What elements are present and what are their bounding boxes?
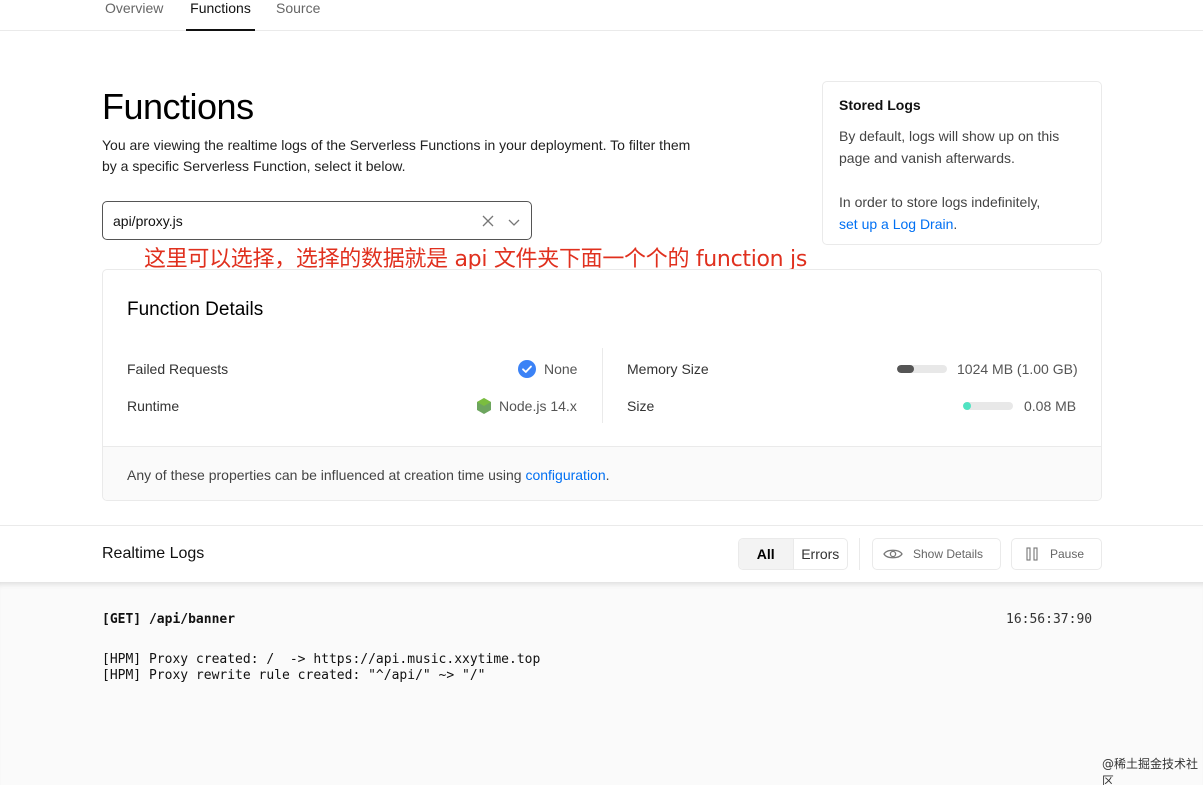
footer-suffix: . [605, 467, 610, 483]
failed-requests-value: None [544, 361, 578, 377]
size-bar [963, 402, 1013, 410]
filter-errors-button[interactable]: Errors [794, 539, 848, 569]
stored-logs-drain-prefix: In order to store logs indefinitely, [839, 194, 1041, 210]
log-request-line: [GET] /api/banner [102, 612, 236, 627]
memory-size-bar [897, 365, 947, 373]
check-circle-icon [518, 360, 536, 378]
details-divider [602, 348, 603, 423]
section-divider [0, 525, 1203, 526]
watermark: @稀土掘金技术社区 [1102, 757, 1199, 785]
function-select-value: api/proxy.js [113, 213, 183, 229]
tab-bar: Overview Functions Source [0, 0, 1203, 31]
page-description: You are viewing the realtime logs of the… [102, 137, 691, 174]
function-details-card: Function Details Failed Requests None Ru… [102, 269, 1102, 501]
realtime-logs-title: Realtime Logs [102, 545, 205, 562]
details-footer-text: Any of these properties can be influence… [127, 467, 610, 483]
log-line: [HPM] Proxy rewrite rule created: "^/api… [102, 668, 486, 683]
memory-size-value: 1024 MB (1.00 GB) [957, 361, 1078, 377]
chevron-down-icon[interactable] [507, 215, 521, 229]
log-drain-link[interactable]: set up a Log Drain [839, 216, 953, 232]
show-details-button[interactable]: Show Details [872, 538, 1001, 570]
stored-logs-card: Stored Logs By default, logs will show u… [822, 81, 1102, 245]
log-filter-toggle: All Errors [738, 538, 848, 570]
clear-icon[interactable] [481, 214, 495, 228]
tab-source[interactable]: Source [276, 0, 320, 31]
runtime-value: Node.js 14.x [499, 398, 577, 414]
function-details-title: Function Details [127, 299, 264, 320]
size-value: 0.08 MB [1024, 398, 1077, 414]
memory-size-label: Memory Size [627, 361, 709, 377]
memory-size-bar-fill [897, 365, 914, 373]
log-line: [HPM] Proxy created: / -> https://api.mu… [102, 652, 541, 667]
filter-all-button[interactable]: All [739, 539, 794, 569]
show-details-label: Show Details [913, 547, 984, 561]
stored-logs-text: By default, logs will show up on this pa… [839, 128, 1060, 166]
details-footer: Any of these properties can be influence… [103, 446, 1101, 500]
stored-logs-drain-text: In order to store logs indefinitely, set… [839, 191, 1089, 235]
toolbar-separator [859, 538, 860, 570]
function-select[interactable]: api/proxy.js [102, 201, 532, 240]
pause-label: Pause [1050, 547, 1085, 561]
failed-requests-label: Failed Requests [127, 361, 229, 377]
stored-logs-title: Stored Logs [839, 97, 921, 113]
runtime-label: Runtime [127, 398, 180, 414]
footer-prefix: Any of these properties can be influence… [127, 467, 522, 483]
tab-overview[interactable]: Overview [105, 0, 163, 31]
eye-icon [883, 549, 903, 559]
tab-functions[interactable]: Functions [186, 0, 255, 31]
pause-icon [1026, 547, 1038, 561]
log-timestamp: 16:56:37:90 [1006, 612, 1093, 627]
configuration-link[interactable]: configuration [525, 467, 605, 483]
page-title: Functions [102, 86, 254, 127]
log-output: [GET] /api/banner 16:56:37:90 [HPM] Prox… [0, 582, 1203, 785]
nodejs-icon [477, 398, 491, 414]
size-bar-fill [963, 402, 971, 410]
size-label: Size [627, 398, 655, 414]
pause-button[interactable]: Pause [1011, 538, 1102, 570]
stored-logs-drain-suffix: . [953, 216, 958, 232]
